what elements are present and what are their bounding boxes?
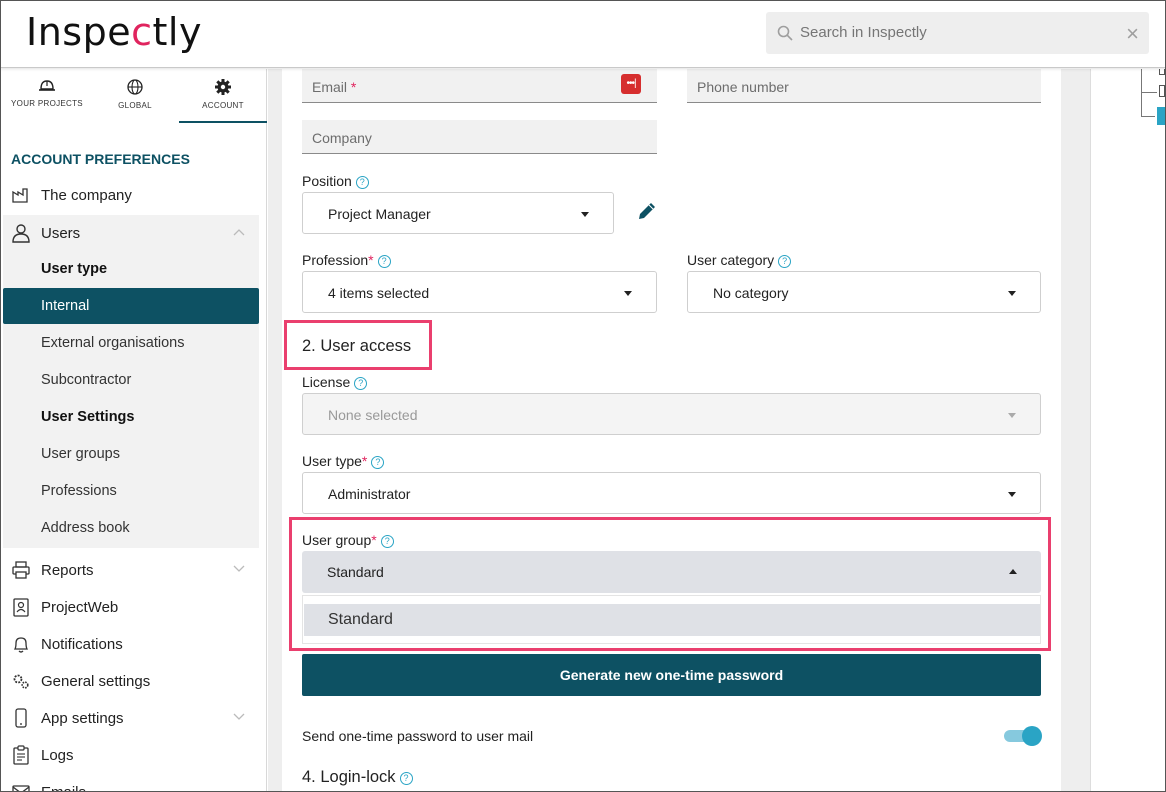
caret-down-icon (1008, 291, 1016, 296)
user-type-select[interactable]: Administrator (302, 472, 1041, 514)
help-icon[interactable]: ? (377, 255, 391, 268)
sidebar-item-logs[interactable]: Logs (3, 737, 259, 774)
generate-password-button[interactable]: Generate new one-time password (302, 654, 1041, 696)
help-icon[interactable]: ? (354, 377, 368, 390)
help-icon[interactable]: ? (371, 456, 385, 469)
caret-down-icon (624, 291, 632, 296)
close-icon[interactable]: × (1126, 21, 1139, 47)
password-manager-icon[interactable]: •••| (621, 74, 641, 94)
tree-line (1141, 69, 1142, 117)
section-heading-user-access: 2. User access (302, 337, 412, 355)
sidebar-tabs: YOUR PROJECTS GLOBAL ACCOUNT (0, 69, 267, 123)
printer-icon (12, 561, 30, 579)
sidebar-item-internal[interactable]: Internal (3, 288, 259, 324)
pencil-icon[interactable] (636, 200, 658, 222)
sidebar-item-professions[interactable]: Professions (3, 473, 259, 509)
globe-icon (127, 79, 143, 95)
chevron-down-icon[interactable] (233, 565, 245, 573)
sidebar-item-address-book[interactable]: Address book (3, 510, 259, 546)
send-otp-label: Send one-time password to user mail (302, 728, 534, 744)
section-title: ACCOUNT PREFERENCES (11, 151, 190, 167)
mobile-icon (15, 708, 27, 728)
user-category-select[interactable]: No category (687, 271, 1041, 313)
license-label: License? (302, 374, 368, 390)
mail-icon (12, 785, 30, 792)
license-select[interactable]: None selected (302, 393, 1041, 435)
sidebar-item-general-settings[interactable]: General settings (3, 663, 259, 700)
profession-select[interactable]: 4 items selected (302, 271, 657, 313)
help-icon[interactable]: ? (778, 255, 792, 268)
toggle-knob (1022, 726, 1042, 746)
help-icon[interactable]: ? (355, 176, 369, 189)
phone-number-field[interactable]: Phone number (687, 69, 1041, 103)
sidebar-item-projectweb[interactable]: ProjectWeb (3, 589, 259, 626)
gear-icon (215, 79, 231, 95)
user-group-dropdown: Standard (302, 595, 1041, 644)
position-label: Position? (302, 173, 369, 189)
search-icon (777, 25, 793, 41)
sidebar-item-notifications[interactable]: Notifications (3, 626, 259, 663)
user-type-label: User type*? (302, 453, 385, 469)
help-icon[interactable]: ? (380, 535, 394, 548)
inspectly-logo[interactable]: Inspectly (26, 10, 202, 54)
sidebar-item-user-type[interactable]: User type (3, 251, 259, 287)
sidebar-item-subcontractor[interactable]: Subcontractor (3, 362, 259, 398)
sidebar: YOUR PROJECTS GLOBAL ACCOUNT ACCOUNT PRE… (0, 69, 267, 792)
tab-label: YOUR PROJECTS (11, 99, 83, 108)
user-icon (12, 224, 30, 243)
profession-label: Profession*? (302, 252, 391, 268)
user-group-label: User group*? (302, 532, 394, 548)
id-card-icon (13, 598, 29, 617)
sidebar-item-user-settings[interactable]: User Settings (3, 399, 259, 435)
factory-icon (12, 188, 28, 203)
send-otp-toggle[interactable] (1004, 726, 1042, 746)
tree-line (1141, 92, 1157, 93)
bell-icon (13, 637, 29, 653)
caret-down-icon (1008, 413, 1016, 418)
tab-your-projects[interactable]: YOUR PROJECTS (3, 69, 91, 123)
caret-down-icon (581, 212, 589, 217)
email-field[interactable]: Email * •••| (302, 69, 657, 103)
caret-up-icon (1009, 569, 1017, 574)
right-panel (1090, 69, 1166, 792)
tree-line (1141, 116, 1155, 117)
dropdown-option[interactable]: Standard (304, 604, 1040, 636)
users-submenu: Users User type Internal External organi… (3, 215, 259, 548)
sidebar-item-user-groups[interactable]: User groups (3, 436, 259, 472)
tree-checkbox-checked[interactable] (1157, 107, 1166, 125)
company-field[interactable]: Company (302, 120, 657, 154)
tab-account[interactable]: ACCOUNT (179, 69, 267, 123)
sidebar-item-reports[interactable]: Reports (3, 552, 259, 589)
search-box[interactable]: Search in Inspectly × (766, 12, 1149, 54)
help-icon[interactable]: ? (399, 772, 413, 785)
tree-checkbox[interactable] (1159, 69, 1165, 75)
section-heading-login-lock: 4. Login-lock? (302, 768, 413, 787)
sidebar-item-external-organisations[interactable]: External organisations (3, 325, 259, 361)
position-select[interactable]: Project Manager (302, 192, 614, 234)
sidebar-item-users[interactable]: Users (3, 215, 259, 252)
sidebar-item-company[interactable]: The company (3, 177, 259, 214)
tab-label: GLOBAL (118, 101, 152, 110)
tree-checkbox[interactable] (1159, 85, 1165, 97)
chevron-down-icon[interactable] (233, 713, 245, 721)
gears-icon (13, 674, 29, 689)
tab-label: ACCOUNT (202, 101, 244, 110)
caret-down-icon (1008, 492, 1016, 497)
clipboard-icon (13, 745, 29, 765)
search-input[interactable]: Search in Inspectly (800, 24, 927, 41)
sidebar-item-app-settings[interactable]: App settings (3, 700, 259, 737)
user-group-select[interactable]: Standard (302, 551, 1041, 593)
chevron-up-icon[interactable] (233, 228, 245, 236)
helmet-icon (39, 80, 55, 91)
tab-global[interactable]: GLOBAL (91, 69, 179, 123)
sidebar-item-emails[interactable]: Emails (3, 774, 259, 792)
user-category-label: User category? (687, 252, 792, 268)
top-bar: Inspectly Search in Inspectly × (0, 0, 1166, 68)
